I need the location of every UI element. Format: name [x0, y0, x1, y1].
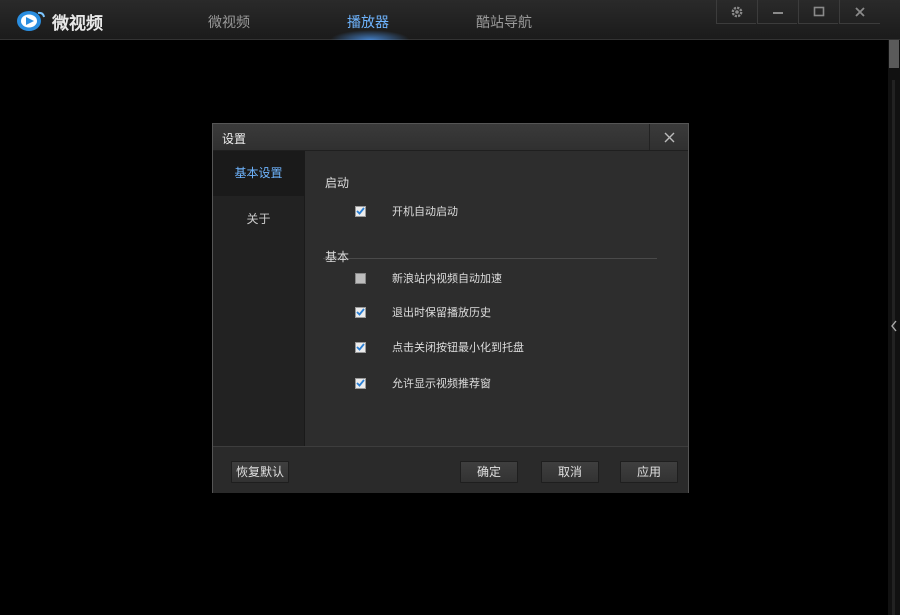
scroll-track: [892, 80, 895, 615]
title-bar: 微视频 微视频 播放器 酷站导航: [0, 0, 900, 40]
checkbox-sina-accelerate[interactable]: [355, 272, 366, 284]
maximize-icon: [813, 6, 824, 16]
check-icon: [356, 343, 365, 351]
dialog-footer: 恢复默认 确定 取消 应用: [213, 446, 688, 493]
checkbox-auto-start[interactable]: [355, 205, 366, 217]
restore-default-button[interactable]: 恢复默认: [231, 461, 289, 483]
sidebar-item-basic-settings[interactable]: 基本设置: [213, 151, 304, 196]
section-title-basic: 基本: [325, 250, 350, 264]
option-label: 允许显示视频推荐窗: [392, 377, 491, 390]
app-logo-icon: [17, 11, 45, 31]
ok-button[interactable]: 确定: [460, 461, 518, 483]
tab-cool-sites[interactable]: 酷站导航: [476, 12, 532, 32]
option-label: 开机自动启动: [392, 205, 458, 218]
dialog-title: 设置: [222, 132, 247, 146]
checkbox-minimize-to-tray[interactable]: [355, 341, 366, 353]
active-tab-glow: [330, 30, 410, 40]
sidebar-item-about[interactable]: 关于: [213, 197, 304, 242]
tab-player[interactable]: 播放器: [347, 12, 389, 32]
gear-icon: [731, 6, 742, 17]
chevron-left-icon: [891, 320, 897, 332]
option-label: 新浪站内视频自动加速: [392, 272, 502, 285]
checkbox-keep-history[interactable]: [355, 306, 366, 318]
section-divider: [323, 258, 657, 259]
minimize-icon: [772, 11, 783, 14]
option-auto-start[interactable]: 开机自动启动: [355, 203, 458, 219]
tab-micro-video[interactable]: 微视频: [208, 12, 250, 32]
apply-button[interactable]: 应用: [620, 461, 678, 483]
settings-dialog: 设置 基本设置 关于 启动 开机自动启动 基本 新浪站内视频自动加速 退出时保留…: [212, 123, 689, 493]
check-icon: [356, 207, 365, 215]
dialog-sidebar: 基本设置 关于: [213, 151, 305, 446]
collapse-panel-button[interactable]: [888, 314, 900, 338]
close-button[interactable]: [839, 0, 880, 24]
option-show-recommend[interactable]: 允许显示视频推荐窗: [355, 375, 491, 391]
dialog-close-button[interactable]: [649, 124, 688, 150]
option-label: 点击关闭按钮最小化到托盘: [392, 341, 524, 354]
settings-button[interactable]: [716, 0, 756, 24]
section-title-startup: 启动: [325, 176, 350, 190]
minimize-button[interactable]: [757, 0, 797, 24]
option-sina-accelerate[interactable]: 新浪站内视频自动加速: [355, 270, 502, 286]
option-label: 退出时保留播放历史: [392, 306, 491, 319]
close-icon: [664, 132, 674, 142]
check-icon: [356, 308, 365, 316]
checkbox-show-recommend[interactable]: [355, 377, 366, 389]
cancel-button[interactable]: 取消: [541, 461, 599, 483]
close-icon: [855, 6, 865, 17]
app-name: 微视频: [52, 14, 103, 34]
maximize-button[interactable]: [798, 0, 838, 24]
scroll-thumb[interactable]: [889, 40, 899, 68]
check-icon: [356, 379, 365, 387]
dialog-content: 启动 开机自动启动 基本 新浪站内视频自动加速 退出时保留播放历史 点击关闭按钮…: [305, 151, 688, 446]
option-minimize-to-tray[interactable]: 点击关闭按钮最小化到托盘: [355, 339, 524, 355]
dialog-header: 设置: [213, 124, 688, 151]
option-keep-history[interactable]: 退出时保留播放历史: [355, 304, 491, 320]
